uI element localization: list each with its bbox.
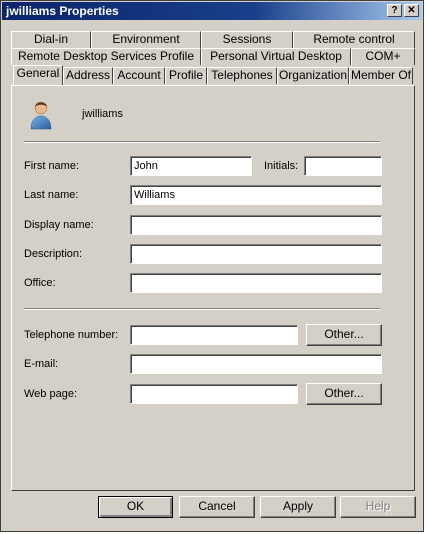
user-icon [28, 98, 54, 130]
initials-label: Initials: [264, 160, 299, 172]
display-name-label: Display name: [24, 219, 94, 231]
email-label: E-mail: [24, 358, 59, 370]
properties-dialog: jwilliams Properties ? ✕ Dial-in Environ… [0, 0, 424, 532]
tab-account[interactable]: Account [113, 67, 165, 84]
first-name-field[interactable]: John [130, 156, 252, 176]
tab-personal-virtual-desktop[interactable]: Personal Virtual Desktop [201, 48, 351, 65]
tab-remote-control[interactable]: Remote control [293, 31, 415, 48]
office-field[interactable] [130, 273, 382, 293]
tab-rds-profile[interactable]: Remote Desktop Services Profile [11, 48, 201, 65]
email-field[interactable] [130, 354, 382, 374]
tab-telephones[interactable]: Telephones [207, 67, 277, 84]
tab-general[interactable]: General [13, 65, 63, 85]
username-label: jwilliams [82, 108, 123, 120]
tab-profile[interactable]: Profile [165, 67, 207, 84]
telephone-other-button[interactable]: Other... [306, 324, 382, 346]
last-name-label: Last name: [24, 189, 79, 201]
tab-organization[interactable]: Organization [277, 67, 349, 84]
cancel-button[interactable]: Cancel [179, 496, 255, 518]
tab-member-of[interactable]: Member Of [349, 67, 413, 84]
office-label: Office: [24, 277, 56, 289]
separator [24, 308, 380, 310]
telephone-field[interactable] [130, 325, 298, 345]
ok-button[interactable]: OK [98, 496, 173, 518]
first-name-label: First name: [24, 160, 80, 172]
help-title-button[interactable]: ? [387, 4, 402, 17]
initials-field[interactable] [304, 156, 382, 176]
description-field[interactable] [130, 244, 382, 264]
last-name-field[interactable]: Williams [130, 185, 382, 205]
window-title: jwilliams Properties [6, 4, 119, 18]
apply-button[interactable]: Apply [260, 496, 336, 518]
webpage-field[interactable] [130, 384, 298, 404]
description-label: Description: [24, 248, 83, 260]
separator [24, 141, 380, 143]
title-bar[interactable]: jwilliams Properties ? ✕ [2, 2, 422, 20]
tab-com-plus[interactable]: COM+ [351, 48, 415, 65]
tab-environment[interactable]: Environment [91, 31, 201, 48]
telephone-label: Telephone number: [24, 329, 119, 341]
webpage-other-button[interactable]: Other... [306, 383, 382, 405]
general-tab-panel: jwilliams First name: John Initials: Las… [11, 85, 415, 491]
close-title-button[interactable]: ✕ [404, 4, 419, 17]
tab-dial-in[interactable]: Dial-in [11, 31, 91, 48]
webpage-label: Web page: [24, 388, 78, 400]
tab-sessions[interactable]: Sessions [201, 31, 293, 48]
tab-address[interactable]: Address [63, 67, 113, 84]
help-button[interactable]: Help [340, 496, 416, 518]
display-name-field[interactable] [130, 215, 382, 235]
